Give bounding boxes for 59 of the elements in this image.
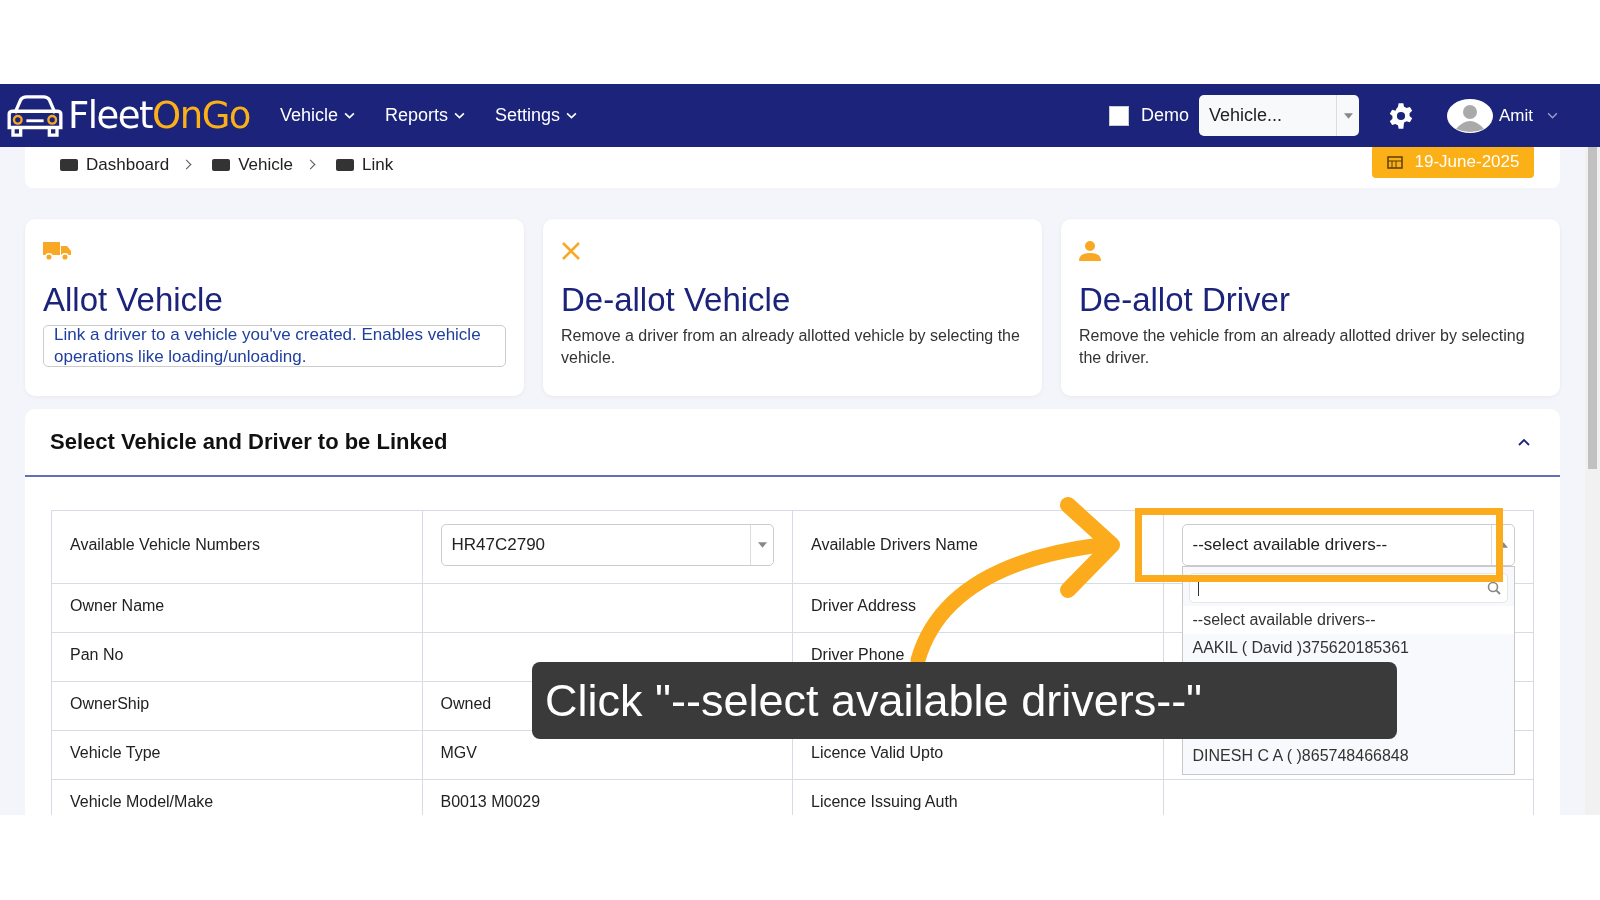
card-title: De-allot Driver xyxy=(1079,281,1291,319)
demo-label: Demo xyxy=(1141,105,1189,126)
card-description: Remove the vehicle from an already allotted driver by selecting the driver. xyxy=(1079,326,1526,368)
menu-item[interactable]: Settings xyxy=(495,105,578,126)
field-label: Owner Name xyxy=(70,597,165,614)
truck-icon xyxy=(43,241,71,261)
logo-wordmark: FleetOnGo xyxy=(68,94,250,137)
field-label: Licence Valid Upto xyxy=(811,744,944,761)
action-card[interactable]: De-allot Vehicle Remove a driver from an already allotted vehicle by selecting the vehicle. xyxy=(543,219,1042,396)
field-label: Licence Issuing Auth xyxy=(811,793,958,810)
demo-checkbox[interactable] xyxy=(1109,105,1129,126)
user-name[interactable]: Amit xyxy=(1499,105,1533,126)
field-label: Pan No xyxy=(70,646,124,663)
panel-title: Select Vehicle and Driver to be Linked xyxy=(50,429,448,455)
field-label: Vehicle Model/Make xyxy=(70,793,214,810)
field-label: Available Vehicle Numbers xyxy=(70,536,261,553)
dropdown-option[interactable]: --select available drivers-- xyxy=(1182,606,1514,634)
driver-select[interactable]: --select available drivers-- xyxy=(1181,524,1515,566)
calendar-icon xyxy=(1386,154,1403,169)
field-label: Driver Phone xyxy=(811,646,905,663)
car-logo-icon xyxy=(5,93,65,138)
date-text: 19-June-2025 xyxy=(1414,151,1520,172)
breadcrumb-link[interactable]: Dashboard xyxy=(86,154,170,175)
action-card[interactable]: De-allot Driver Remove the vehicle from an already allotted driver by selecting the driver. xyxy=(1061,219,1560,396)
card-title: De-allot Vehicle xyxy=(561,281,792,319)
crumb-icon xyxy=(336,158,354,171)
collapse-icon[interactable] xyxy=(1518,438,1530,446)
person-icon xyxy=(1079,241,1101,261)
action-card[interactable]: Allot Vehicle Link a driver to a vehicle you've created. Enables vehicle operations like loading/unloading. xyxy=(25,219,524,396)
caret-icon xyxy=(757,542,767,548)
close-icon xyxy=(561,241,581,261)
vehicle-number-select[interactable]: HR47C2790 xyxy=(440,524,774,566)
chevron-down-icon xyxy=(1547,112,1558,119)
chevron-down-icon xyxy=(566,112,578,119)
chevron-down-icon xyxy=(344,112,356,119)
caret-icon xyxy=(1343,112,1353,119)
vehicle-select[interactable]: Vehicle... xyxy=(1199,95,1359,136)
breadcrumb-link[interactable]: Link xyxy=(362,154,394,175)
scrollbar[interactable] xyxy=(1585,147,1600,815)
menu-item[interactable]: Vehicle xyxy=(280,105,356,126)
caption-tooltip: Click "--select available drivers--" xyxy=(532,662,1397,739)
field-value: MGV xyxy=(440,744,477,761)
card-description: Link a driver to a vehicle you've created. Enables vehicle operations like loading/unloading. xyxy=(43,325,506,367)
crumb-icon xyxy=(212,158,231,171)
field-label: OwnerShip xyxy=(70,695,150,712)
card-description: Remove a driver from an already allotted vehicle by selecting the vehicle. xyxy=(561,326,1021,368)
chevron-down-icon xyxy=(454,112,466,119)
field-label: Driver Address xyxy=(811,597,916,614)
search-icon xyxy=(1487,581,1501,595)
menu-item[interactable]: Reports xyxy=(385,105,466,126)
field-label: Available Drivers Name xyxy=(811,536,978,553)
field-value: Owned xyxy=(440,695,492,712)
settings-icon[interactable] xyxy=(1387,101,1415,130)
field-value: B0013 M0029 xyxy=(440,793,541,810)
field-label: Vehicle Type xyxy=(70,744,161,761)
card-title: Allot Vehicle xyxy=(43,281,224,319)
avatar-icon[interactable] xyxy=(1447,98,1493,133)
breadcrumb-link[interactable]: Vehicle xyxy=(238,154,293,175)
crumb-icon xyxy=(60,158,78,171)
